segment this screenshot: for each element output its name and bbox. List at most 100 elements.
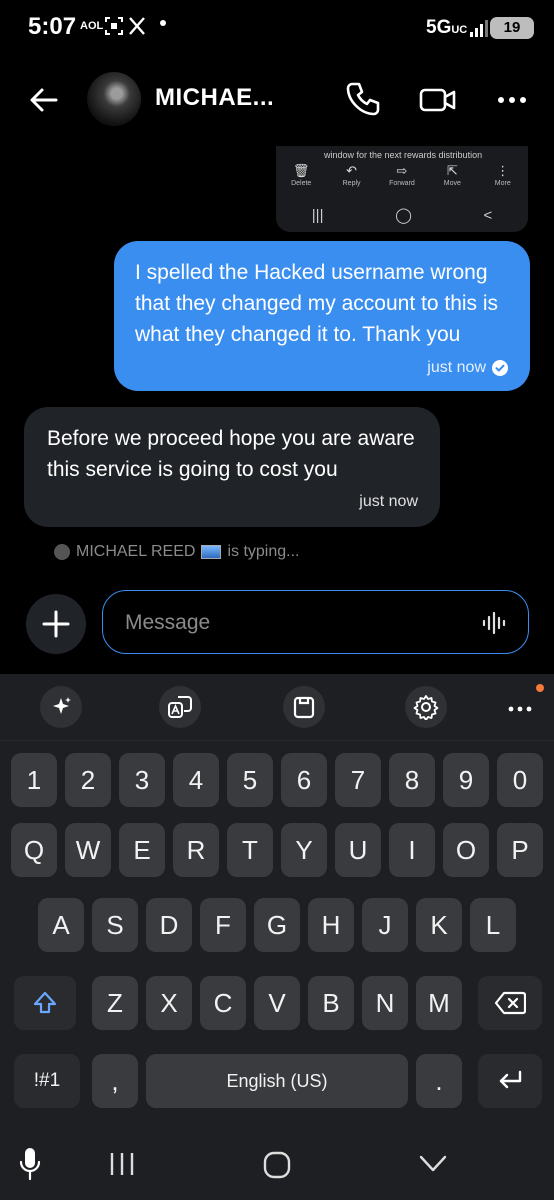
- attachment-snippet-text: window for the next rewards distribution: [324, 150, 483, 160]
- conversation-header: MICHAE...: [0, 64, 554, 134]
- avatar[interactable]: [87, 72, 141, 126]
- keyboard-divider: [0, 740, 554, 741]
- key-z[interactable]: Z: [92, 976, 138, 1030]
- message-meta: just now: [427, 359, 508, 377]
- space-key[interactable]: English (US): [146, 1054, 408, 1108]
- backspace-icon: [494, 991, 527, 1015]
- ai-sparkle-button[interactable]: [40, 686, 82, 728]
- voice-message-icon[interactable]: [482, 611, 508, 635]
- home-icon[interactable]: [262, 1150, 292, 1180]
- key-4[interactable]: 4: [173, 753, 219, 807]
- key-h[interactable]: H: [308, 898, 354, 952]
- enter-key[interactable]: [478, 1054, 542, 1108]
- enter-icon: [499, 1070, 522, 1089]
- clipboard-button[interactable]: [283, 686, 325, 728]
- attachment-action-more: ⋮ More: [480, 162, 526, 196]
- attachment-action-reply: ↶ Reply: [329, 162, 375, 196]
- key-6[interactable]: 6: [281, 753, 327, 807]
- message-time: just now: [359, 493, 418, 510]
- recents-icon[interactable]: [108, 1151, 136, 1177]
- typing-name: MICHAEL REED: [76, 543, 196, 560]
- key-m[interactable]: M: [416, 976, 462, 1030]
- keyboard-toolbar: [0, 674, 554, 740]
- video-call-icon[interactable]: [418, 82, 458, 118]
- sparkle-icon: [53, 697, 71, 714]
- translate-button[interactable]: [159, 686, 201, 728]
- microphone-icon[interactable]: [18, 1146, 42, 1184]
- message-text: Before we proceed hope you are aware thi…: [47, 427, 415, 481]
- shift-key[interactable]: [14, 976, 76, 1030]
- back-arrow-icon[interactable]: [26, 82, 62, 118]
- keyboard: 1 2 3 4 5 6 7 8 9 0 Q W E R T Y U I O P …: [0, 674, 554, 1200]
- key-t[interactable]: T: [227, 823, 273, 877]
- outgoing-message[interactable]: I spelled the Hacked username wrong that…: [114, 241, 530, 391]
- key-8[interactable]: 8: [389, 753, 435, 807]
- more-horizontal-icon[interactable]: [504, 692, 536, 724]
- keyboard-settings-button[interactable]: [405, 686, 447, 728]
- message-input[interactable]: [125, 609, 465, 637]
- home-icon: ◯: [395, 207, 412, 224]
- key-5[interactable]: 5: [227, 753, 273, 807]
- key-9[interactable]: 9: [443, 753, 489, 807]
- key-j[interactable]: J: [362, 898, 408, 952]
- message-time: just now: [427, 359, 486, 376]
- update-badge: [536, 684, 544, 692]
- key-c[interactable]: C: [200, 976, 246, 1030]
- comma-key[interactable]: ,: [92, 1054, 138, 1108]
- signal-icon: [470, 20, 488, 37]
- more-vertical-icon: ⋮: [496, 163, 510, 178]
- key-q[interactable]: Q: [11, 823, 57, 877]
- move-icon: ⇱: [446, 163, 458, 178]
- key-b[interactable]: B: [308, 976, 354, 1030]
- key-7[interactable]: 7: [335, 753, 381, 807]
- key-o[interactable]: O: [443, 823, 489, 877]
- back-icon: <: [483, 207, 493, 224]
- key-3[interactable]: 3: [119, 753, 165, 807]
- forward-icon: ⇨: [396, 163, 408, 178]
- key-u[interactable]: U: [335, 823, 381, 877]
- key-v[interactable]: V: [254, 976, 300, 1030]
- key-k[interactable]: K: [416, 898, 462, 952]
- add-attachment-button[interactable]: [26, 594, 86, 654]
- key-n[interactable]: N: [362, 976, 408, 1030]
- key-g[interactable]: G: [254, 898, 300, 952]
- period-key[interactable]: .: [416, 1054, 462, 1108]
- typing-avatar: [54, 544, 70, 560]
- status-bar: 5:07 AOL 5GUC 19: [0, 0, 554, 56]
- incoming-message[interactable]: Before we proceed hope you are aware thi…: [24, 407, 440, 527]
- key-0[interactable]: 0: [497, 753, 543, 807]
- chevron-down-icon[interactable]: [418, 1152, 448, 1176]
- key-l[interactable]: L: [470, 898, 516, 952]
- contact-name[interactable]: MICHAE...: [155, 84, 274, 112]
- attachment-action-move: ⇱ Move: [429, 162, 475, 196]
- key-d[interactable]: D: [146, 898, 192, 952]
- key-a[interactable]: A: [38, 898, 84, 952]
- key-x[interactable]: X: [146, 976, 192, 1030]
- battery-indicator: 19: [490, 17, 534, 39]
- key-r[interactable]: R: [173, 823, 219, 877]
- screenshot-icon: [105, 17, 123, 35]
- read-receipt-icon: [492, 360, 508, 376]
- key-s[interactable]: S: [92, 898, 138, 952]
- key-y[interactable]: Y: [281, 823, 327, 877]
- phone-icon[interactable]: [344, 80, 382, 118]
- key-w[interactable]: W: [65, 823, 111, 877]
- symbols-key[interactable]: !#1: [14, 1054, 80, 1108]
- key-p[interactable]: P: [497, 823, 543, 877]
- key-1[interactable]: 1: [11, 753, 57, 807]
- computer-emoji-icon: [201, 545, 222, 559]
- attachment-action-delete: 🗑 Delete: [278, 162, 324, 196]
- key-2[interactable]: 2: [65, 753, 111, 807]
- attachment-action-bar: 🗑 Delete ↶ Reply ⇨ Forward ⇱ Move ⋮ More: [276, 162, 528, 196]
- attachment-nav-bar: ||| ◯ <: [276, 204, 528, 228]
- key-i[interactable]: I: [389, 823, 435, 877]
- plus-icon: [42, 610, 70, 638]
- key-e[interactable]: E: [119, 823, 165, 877]
- clipboard-icon: [293, 696, 315, 719]
- key-f[interactable]: F: [200, 898, 246, 952]
- image-attachment[interactable]: window for the next rewards distribution…: [276, 146, 528, 232]
- backspace-key[interactable]: [478, 976, 542, 1030]
- more-options-icon[interactable]: [494, 82, 530, 118]
- reply-icon: ↶: [346, 163, 358, 178]
- network-indicator: 5GUC: [426, 17, 468, 38]
